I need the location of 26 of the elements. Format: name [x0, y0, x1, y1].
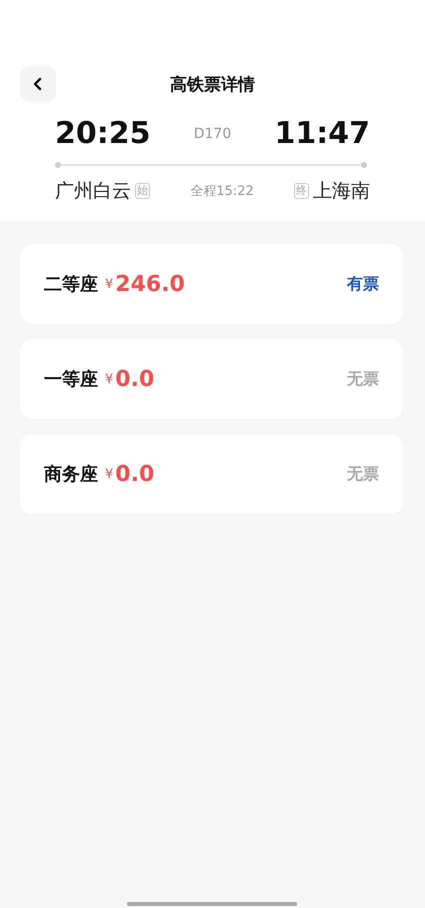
seat-price: 246.0 — [115, 272, 185, 296]
currency-symbol: ¥ — [105, 276, 114, 292]
back-icon — [32, 77, 44, 91]
ticket-status: 无票 — [347, 464, 379, 484]
seat-class: 一等座 — [44, 368, 98, 391]
seat-class: 二等座 — [44, 273, 98, 296]
origin-tag: 始 — [135, 183, 150, 199]
arrival-time: 11:47 — [274, 116, 370, 151]
train-number: D170 — [194, 126, 232, 142]
departure-time: 20:25 — [55, 116, 150, 151]
seat-price: 0.0 — [115, 366, 154, 392]
seat-card[interactable]: 一等座 ¥0.0 无票 — [20, 339, 403, 419]
ticket-status: 无票 — [347, 368, 379, 390]
terminal-tag: 终 — [294, 183, 309, 199]
journey-duration: 全程15:22 — [190, 183, 254, 200]
seat-card[interactable]: 二等座 ¥246.0 有票 — [20, 244, 403, 324]
arrival-station: 上海南 — [313, 179, 370, 204]
back-button[interactable] — [20, 66, 56, 102]
seat-class: 商务座 — [44, 463, 98, 486]
currency-symbol: ¥ — [105, 372, 114, 386]
departure-station: 广州白云 — [55, 179, 131, 204]
currency-symbol: ¥ — [105, 466, 114, 482]
page-title: 高铁票详情 — [170, 74, 255, 96]
ticket-status: 有票 — [347, 274, 379, 294]
seat-price: 0.0 — [115, 462, 154, 486]
seat-card[interactable]: 商务座 ¥0.0 无票 — [20, 434, 403, 514]
